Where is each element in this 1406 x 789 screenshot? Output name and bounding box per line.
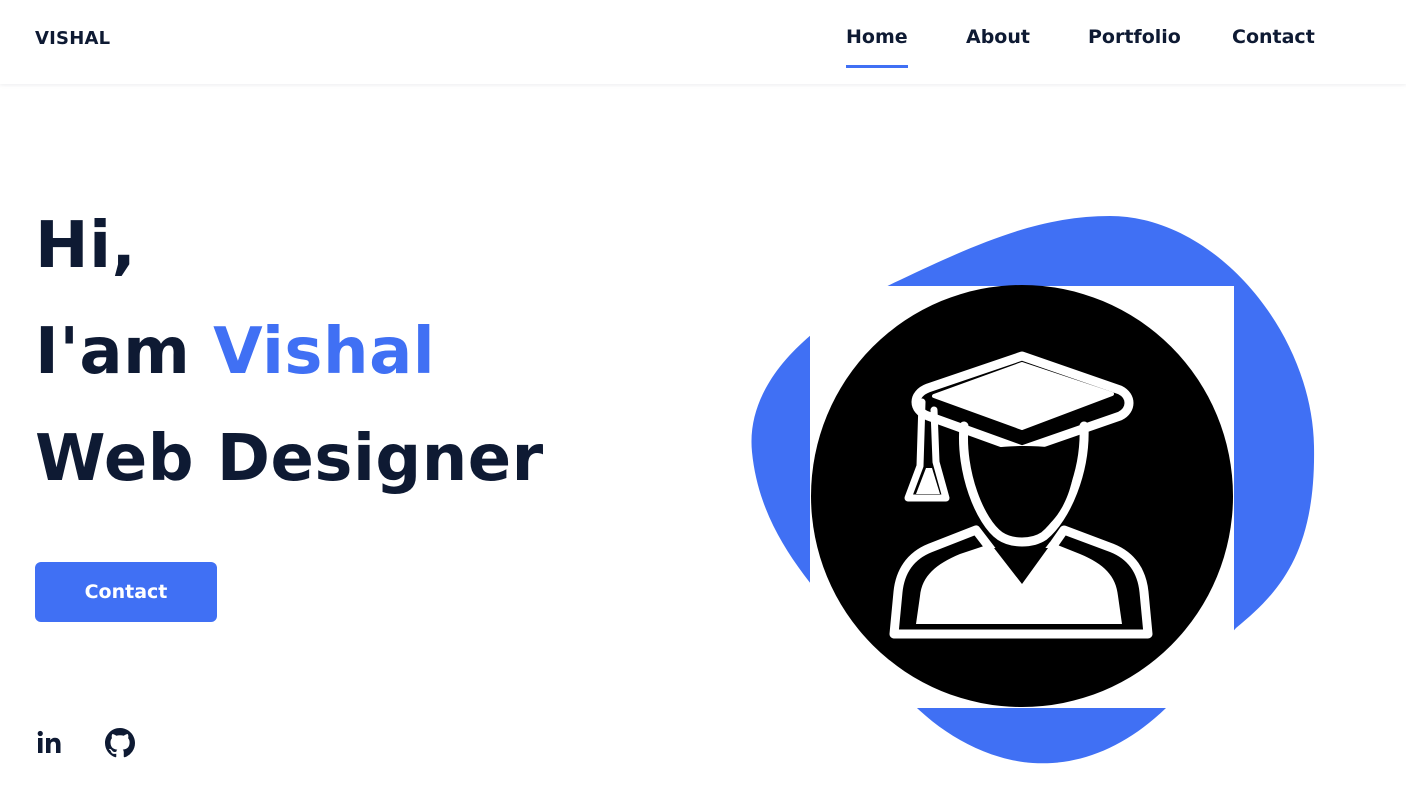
linkedin-icon: [37, 730, 61, 753]
linkedin-link[interactable]: [35, 728, 65, 758]
nav-portfolio[interactable]: Portfolio: [1088, 26, 1181, 48]
github-link[interactable]: [105, 728, 135, 758]
nav-about[interactable]: About: [966, 26, 1030, 48]
github-icon: [105, 728, 135, 758]
contact-button[interactable]: Contact: [35, 562, 217, 622]
hero-name: Vishal: [213, 315, 436, 389]
blob-shape: [751, 216, 1315, 764]
nav-home[interactable]: Home: [846, 26, 908, 68]
hero-intro-prefix: I'am: [35, 315, 191, 389]
main-nav: Home About Portfolio Contact: [0, 26, 1406, 76]
hero-illustration: [750, 212, 1316, 768]
hero-role: Web Designer: [35, 422, 544, 496]
site-header: VISHAL Home About Portfolio Contact: [0, 0, 1406, 84]
hero-greeting: Hi,: [35, 209, 137, 283]
hero-intro: I'am Vishal: [35, 320, 435, 384]
nav-contact[interactable]: Contact: [1232, 26, 1315, 48]
